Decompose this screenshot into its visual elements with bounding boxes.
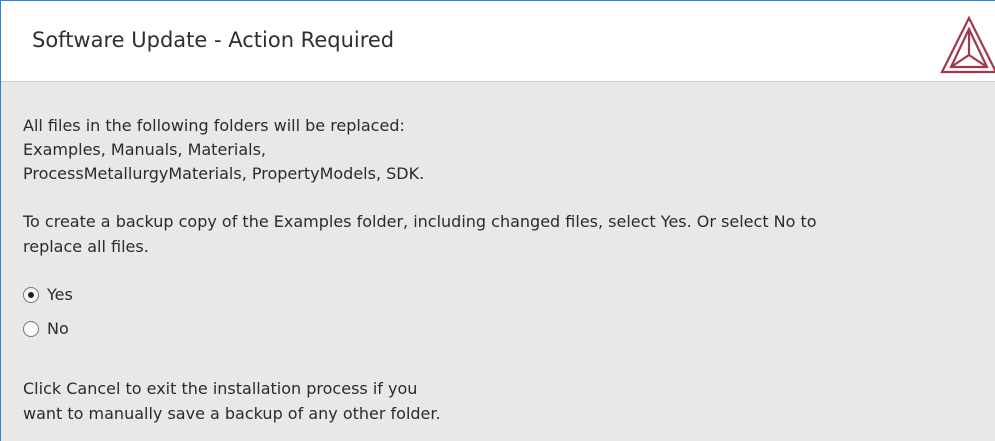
radio-button-selected[interactable] [23, 287, 39, 303]
thermo-calc-logo-icon [940, 15, 995, 74]
backup-prompt-line-2: replace all files. [23, 237, 149, 256]
folders-list-line-2: ProcessMetallurgyMaterials, PropertyMode… [23, 164, 425, 183]
backup-prompt-line-1: To create a backup copy of the Examples … [23, 212, 817, 231]
dialog-content: All files in the following folders will … [23, 82, 995, 441]
radio-option-no[interactable]: No [23, 317, 69, 341]
folders-list-line-1: Examples, Manuals, Materials, [23, 140, 266, 159]
page-header: Software Update - Action Required [1, 1, 995, 82]
cancel-note-line-2: want to manually save a backup of any ot… [23, 404, 441, 423]
folders-intro-text: All files in the following folders will … [23, 116, 405, 135]
radio-label-yes: Yes [47, 285, 73, 304]
radio-label-no: No [47, 319, 69, 338]
radio-button-unselected[interactable] [23, 321, 39, 337]
page-title: Software Update - Action Required [32, 28, 395, 52]
installer-window: Software Update - Action Required All fi… [0, 0, 995, 441]
radio-option-yes[interactable]: Yes [23, 283, 73, 307]
cancel-note-line-1: Click Cancel to exit the installation pr… [23, 379, 418, 398]
